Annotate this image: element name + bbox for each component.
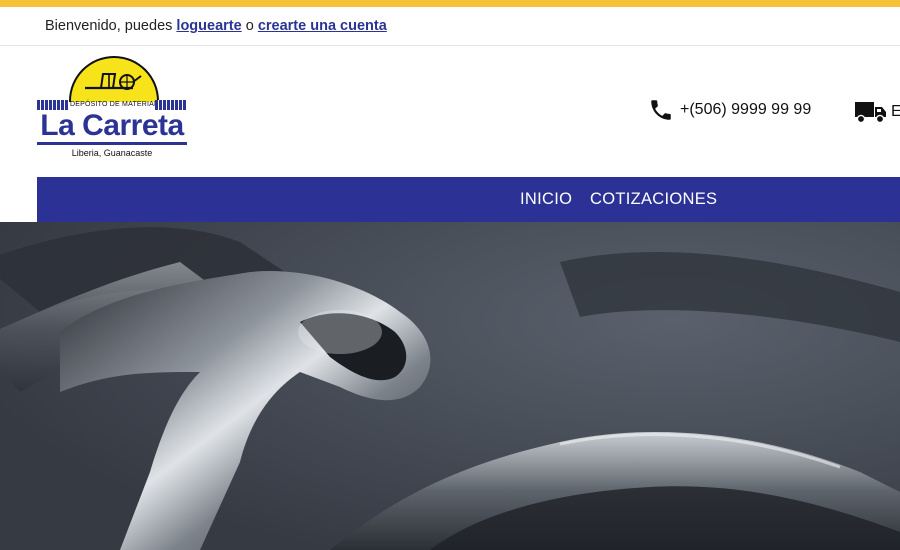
welcome-bar: Bienvenido, puedes loguearte o crearte u… bbox=[45, 18, 387, 34]
cart-icon bbox=[85, 73, 142, 90]
phone-number: +(506) 9999 99 99 bbox=[680, 101, 812, 118]
welcome-text: Bienvenido, puedes bbox=[45, 18, 173, 34]
main-nav: INICIO COTIZACIONES bbox=[37, 177, 900, 222]
hero-banner-image bbox=[0, 222, 900, 550]
nav-item-inicio[interactable]: INICIO bbox=[520, 177, 572, 222]
logo-wordmark: La Carreta bbox=[40, 109, 184, 142]
logo-location: Liberia, Guanacaste bbox=[71, 148, 153, 158]
register-link[interactable]: crearte una cuenta bbox=[258, 18, 387, 34]
top-accent-stripe bbox=[0, 0, 900, 7]
site-logo[interactable]: DEPÓSITO DE MATERIALES La Carreta Liberi… bbox=[37, 54, 189, 166]
logo-sun-emblem bbox=[69, 56, 159, 102]
phone-icon bbox=[651, 100, 671, 120]
logo-underline bbox=[37, 142, 187, 145]
welcome-conjunction: o bbox=[245, 18, 254, 34]
truck-icon bbox=[855, 102, 886, 124]
nav-item-cotizaciones[interactable]: COTIZACIONES bbox=[590, 177, 717, 222]
login-link[interactable]: loguearte bbox=[176, 18, 241, 34]
header-divider bbox=[0, 45, 900, 46]
wrench-photo bbox=[0, 222, 900, 550]
delivery-info[interactable]: E bbox=[855, 99, 900, 125]
phone-contact[interactable]: +(506) 9999 99 99 bbox=[648, 97, 811, 123]
delivery-text: E bbox=[891, 103, 900, 120]
